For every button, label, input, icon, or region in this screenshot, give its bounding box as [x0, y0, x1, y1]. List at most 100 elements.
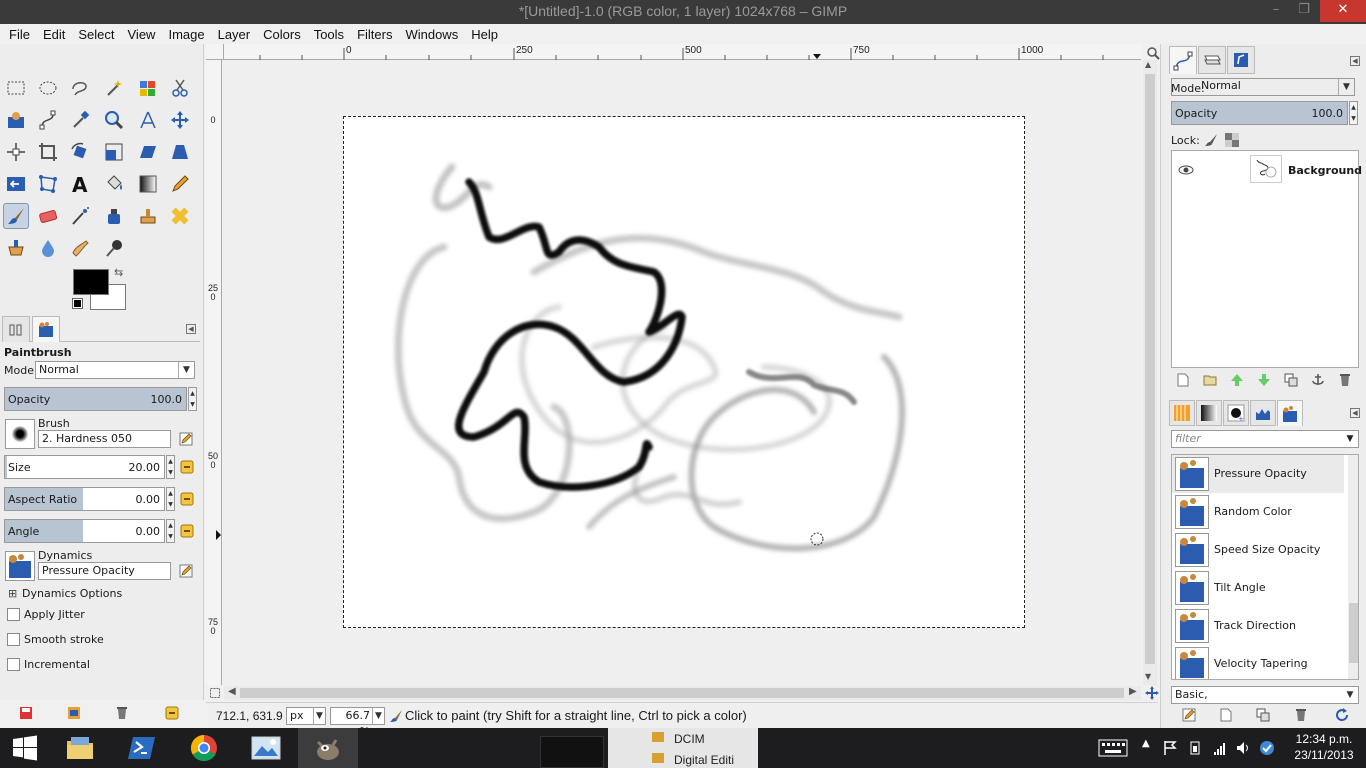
horizontal-ruler[interactable]: 0 250 500 750 1000: [224, 44, 1141, 60]
dynamics-preview[interactable]: [5, 551, 35, 581]
tab-layers[interactable]: [1198, 46, 1226, 74]
scroll-up-icon[interactable]: ▲: [1145, 60, 1151, 69]
layers-mode-box[interactable]: ▼: [1171, 78, 1355, 96]
list-item[interactable]: Speed Size Opacity: [1172, 531, 1344, 569]
vertical-ruler[interactable]: 0 250 500 750: [206, 60, 222, 685]
ruler-corner[interactable]: [206, 44, 224, 60]
delete-layer-icon[interactable]: [1338, 373, 1352, 387]
opacity-spinner[interactable]: ▲ ▼: [188, 387, 197, 411]
menu-select[interactable]: Select: [71, 27, 120, 42]
taskbar-powershell[interactable]: [112, 728, 172, 768]
menu-file[interactable]: File: [2, 27, 36, 42]
flip-icon[interactable]: [3, 171, 29, 197]
fuzzy-select-icon[interactable]: [101, 75, 127, 101]
taskbar-photo-viewer[interactable]: [236, 728, 296, 768]
duplicate-dynamics-icon[interactable]: [1256, 708, 1270, 722]
new-dynamics-icon[interactable]: [1219, 708, 1233, 722]
default-colors-icon[interactable]: [72, 298, 83, 309]
reset-angle-icon[interactable]: [180, 524, 194, 538]
delete-dynamics-icon[interactable]: [1294, 708, 1308, 722]
keyboard-icon[interactable]: [1098, 739, 1128, 757]
dynamics-options-label[interactable]: Dynamics Options: [22, 587, 122, 600]
rect-select-icon[interactable]: [3, 75, 29, 101]
new-layer-group-icon[interactable]: [1203, 373, 1217, 387]
paintbrush-icon[interactable]: [3, 203, 29, 229]
taskbar-gimp[interactable]: [298, 728, 358, 768]
clock[interactable]: 12:34 p.m. 23/11/2013: [1284, 732, 1364, 762]
perspective-clone-icon[interactable]: [3, 235, 29, 261]
opacity-slider[interactable]: Opacity 100.0: [4, 387, 187, 411]
menu-image[interactable]: Image: [161, 27, 210, 42]
security-icon[interactable]: [1259, 740, 1275, 756]
layer-row[interactable]: Background: [1172, 151, 1362, 189]
tab-paths[interactable]: [1169, 46, 1197, 74]
foreground-color-swatch[interactable]: [73, 269, 109, 295]
airbrush-icon[interactable]: [67, 203, 93, 229]
menu-layer[interactable]: Layer: [211, 27, 257, 42]
edit-brush-icon[interactable]: [177, 430, 195, 448]
tab-brushes[interactable]: +: [1223, 400, 1249, 426]
dynamics-list-scrollbar-thumb[interactable]: [1349, 603, 1358, 663]
heal-icon[interactable]: [167, 203, 193, 229]
measure-icon[interactable]: [135, 107, 161, 133]
list-item[interactable]: Pressure Opacity: [1172, 455, 1344, 493]
text-icon[interactable]: A: [67, 171, 93, 197]
save-options-icon[interactable]: [17, 704, 35, 722]
desktop-item[interactable]: DCIM: [674, 732, 705, 746]
scroll-right-icon[interactable]: ▶: [1129, 686, 1137, 697]
restore-button[interactable]: ❐: [1290, 0, 1318, 22]
tab-device-status[interactable]: [32, 316, 60, 342]
tab-patterns[interactable]: [1169, 400, 1195, 426]
edit-dynamics-icon[interactable]: [177, 562, 195, 580]
paths-icon[interactable]: [35, 107, 61, 133]
zoom-to-fit-icon[interactable]: [1146, 46, 1160, 60]
vertical-scrollbar[interactable]: ▲ ▼: [1143, 60, 1157, 685]
layers-opacity-slider[interactable]: Opacity 100.0: [1171, 101, 1348, 125]
menu-edit[interactable]: Edit: [36, 27, 71, 42]
zoom-icon[interactable]: [101, 107, 127, 133]
delete-options-icon[interactable]: [113, 704, 131, 722]
restore-options-icon[interactable]: [65, 704, 83, 722]
menu-filters[interactable]: Filters: [350, 27, 398, 42]
align-icon[interactable]: [3, 139, 29, 165]
start-button[interactable]: [0, 728, 50, 768]
scale-icon[interactable]: [101, 139, 127, 165]
duplicate-layer-icon[interactable]: [1284, 373, 1298, 387]
clone-icon[interactable]: [135, 203, 161, 229]
bucket-fill-icon[interactable]: [101, 171, 127, 197]
shear-icon[interactable]: [135, 139, 161, 165]
taskbar-chrome[interactable]: [174, 728, 234, 768]
smudge-icon[interactable]: [67, 235, 93, 261]
canvas-viewport[interactable]: [223, 61, 1141, 685]
smooth-stroke-checkbox[interactable]: [7, 633, 20, 646]
list-item[interactable]: Track Direction: [1172, 607, 1344, 645]
angle-slider[interactable]: Angle 0.00: [4, 519, 165, 543]
angle-spinner[interactable]: ▲ ▼: [166, 519, 175, 543]
zoom-select[interactable]: 66.7 %▼: [330, 707, 385, 738]
network-icon[interactable]: [1213, 740, 1227, 756]
dynamics-panel-menu-icon[interactable]: ◀: [1350, 408, 1360, 418]
reset-aspect-ratio-icon[interactable]: [180, 492, 194, 506]
rotate-icon[interactable]: [67, 139, 93, 165]
tab-gradients[interactable]: [1196, 400, 1222, 426]
tab-undo-history[interactable]: [1227, 46, 1255, 74]
dynamics-name-field[interactable]: Pressure Opacity: [38, 562, 171, 580]
dynamics-tag-input[interactable]: Basic, ▼: [1171, 686, 1359, 704]
select-by-color-icon[interactable]: [135, 75, 161, 101]
edit-dynamics-icon[interactable]: [1182, 708, 1196, 722]
layers-opacity-spinner[interactable]: ▲ ▼: [1349, 101, 1358, 125]
new-layer-icon[interactable]: [1176, 373, 1190, 387]
menu-view[interactable]: View: [121, 27, 162, 42]
lock-alpha-icon[interactable]: [1225, 133, 1239, 147]
menu-tools[interactable]: Tools: [307, 27, 350, 42]
reset-options-icon[interactable]: [163, 704, 181, 722]
lower-layer-icon[interactable]: [1257, 373, 1271, 387]
close-button[interactable]: ✕: [1320, 0, 1366, 22]
perspective-icon[interactable]: [167, 139, 193, 165]
eye-icon[interactable]: [1178, 164, 1194, 176]
menu-colors[interactable]: Colors: [256, 27, 307, 42]
foreground-select-icon[interactable]: [3, 107, 29, 133]
list-item[interactable]: Random Color: [1172, 493, 1344, 531]
pencil-icon[interactable]: [167, 171, 193, 197]
swap-colors-icon[interactable]: ⇆: [114, 266, 123, 279]
